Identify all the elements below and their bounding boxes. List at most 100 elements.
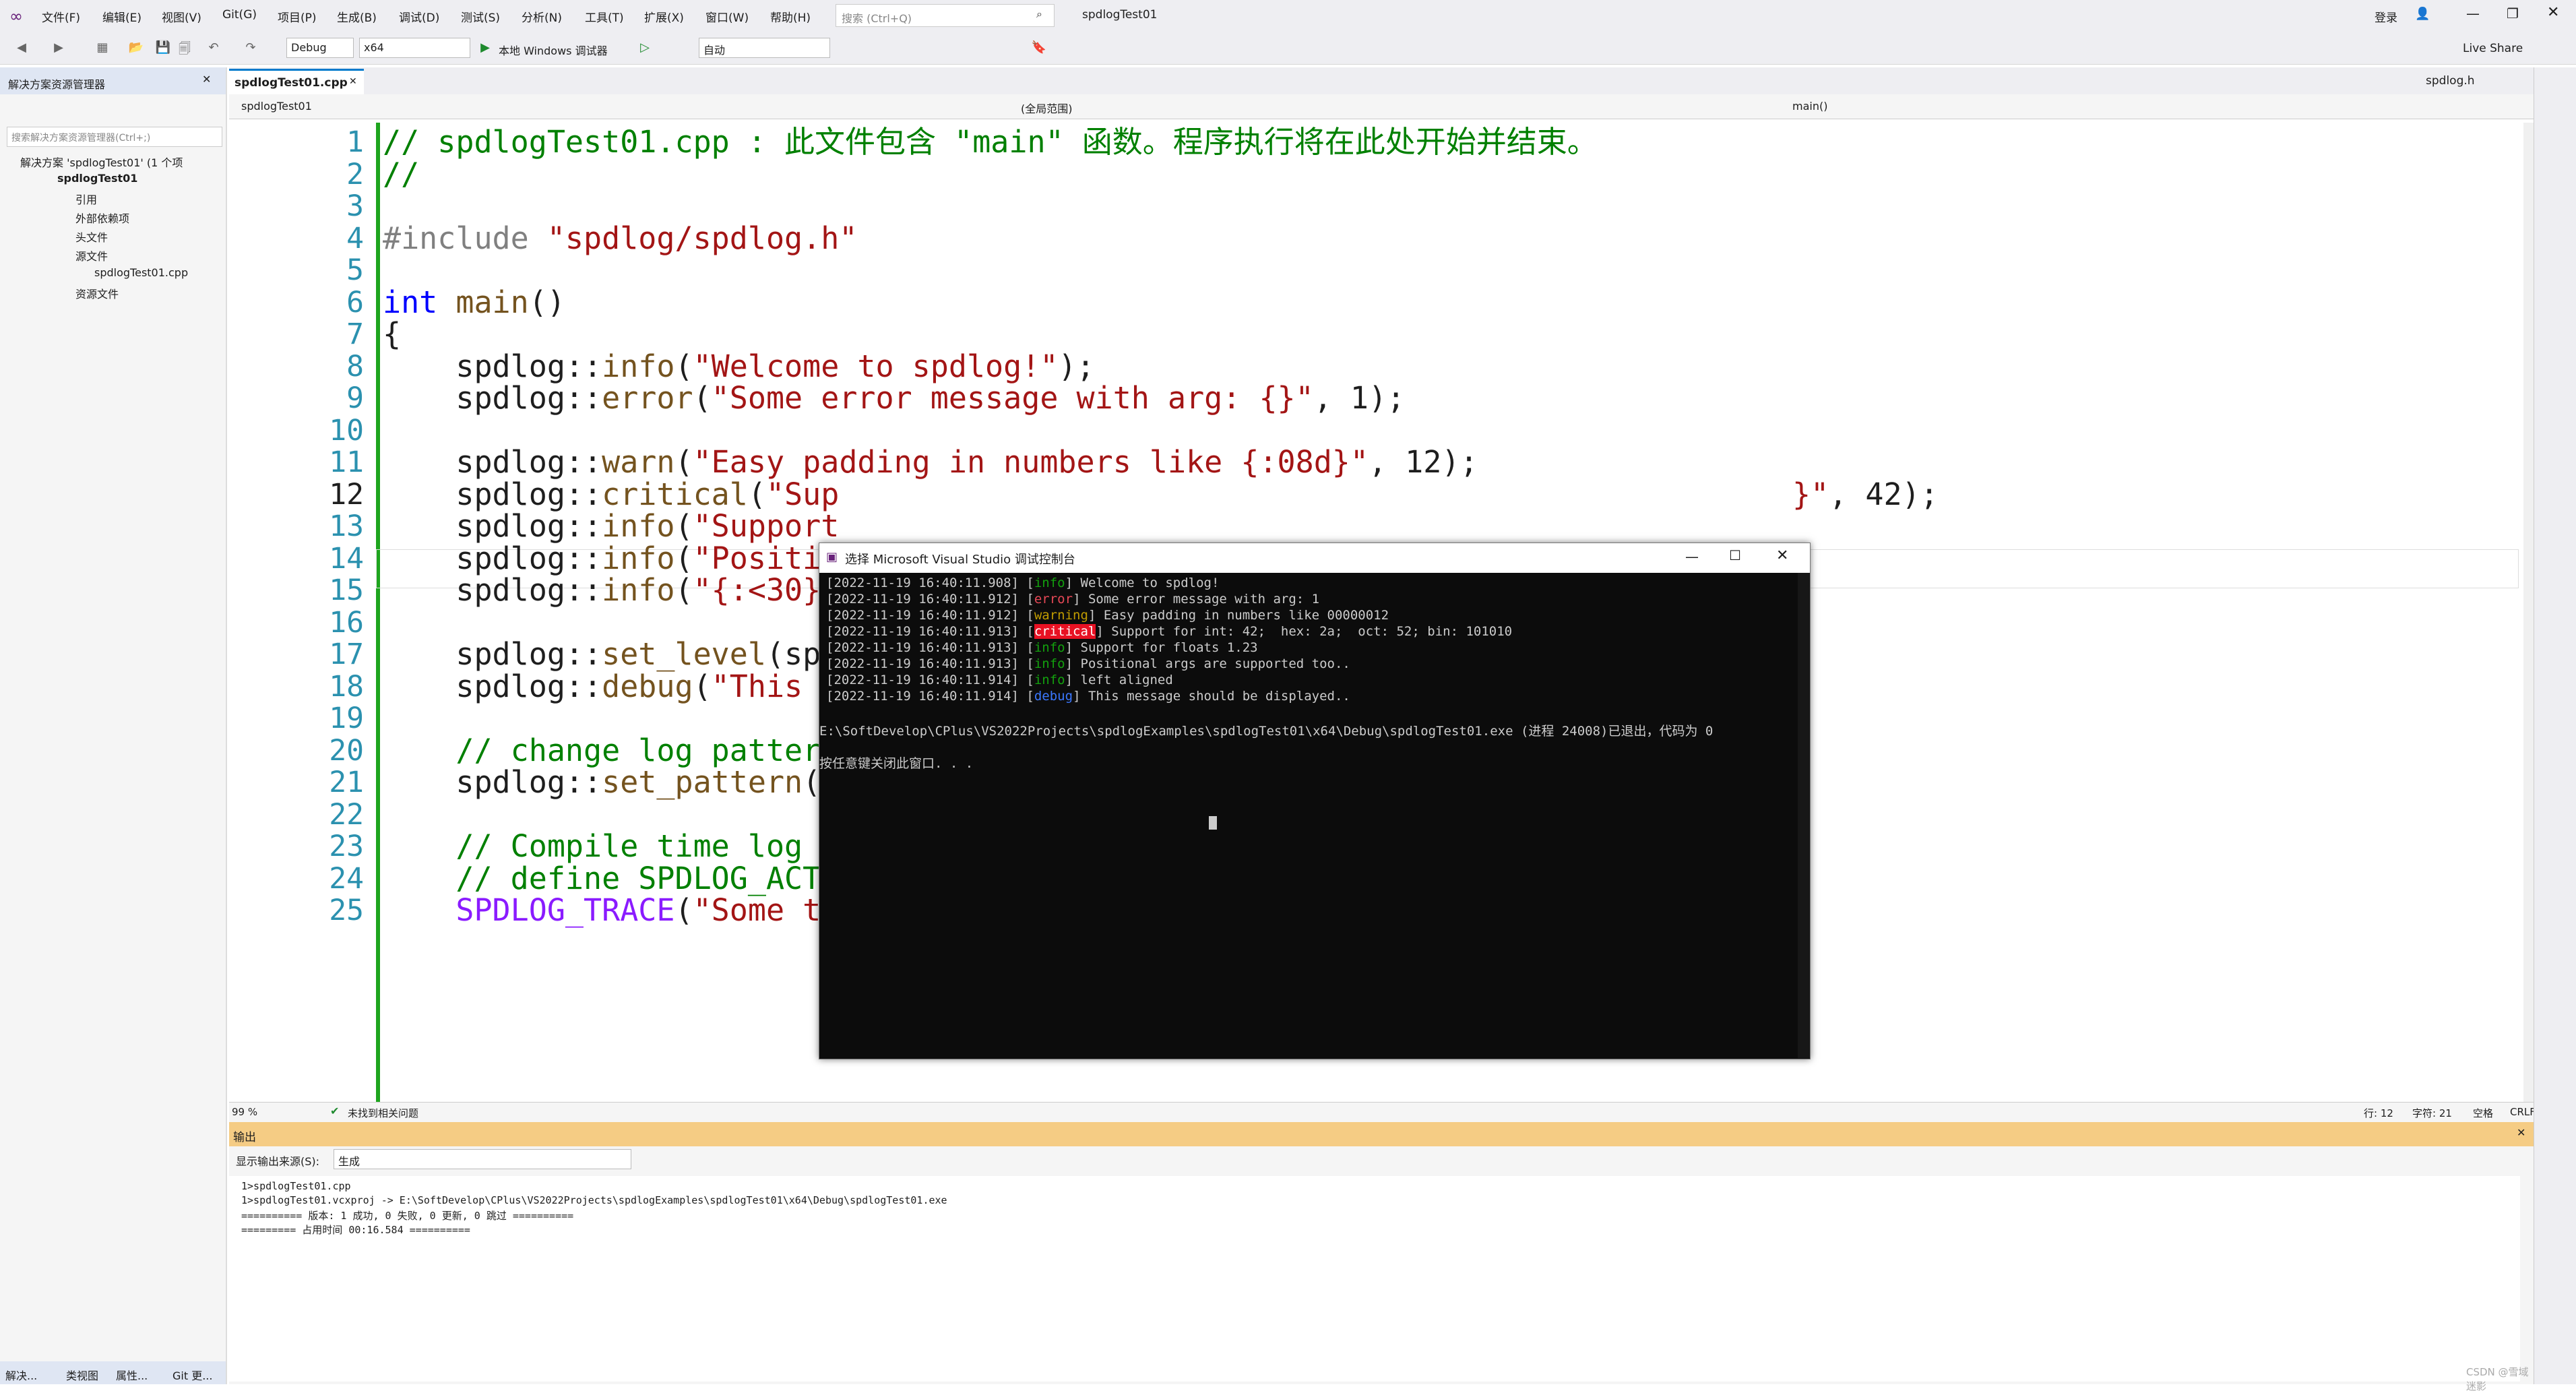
window-title: spdlogTest01: [1082, 8, 1158, 22]
maximize-icon[interactable]: ☐: [1729, 547, 1741, 563]
console-scrollbar[interactable]: [1798, 573, 1810, 1058]
menu-help[interactable]: 帮助(H): [770, 8, 811, 25]
menu-debug[interactable]: 调试(D): [399, 8, 439, 25]
bookmark-icon[interactable]: 🔖: [1031, 40, 1047, 57]
tab-solution[interactable]: 解决...: [5, 1367, 37, 1383]
menu-view[interactable]: 视图(V): [162, 8, 201, 25]
output-line: ========= 占用时间 00:16.584 ==========: [241, 1224, 470, 1236]
console-log-line: [2022-11-19 16:40:11.912] [warning] Easy…: [826, 608, 1389, 623]
tree-item-headers[interactable]: 头文件: [75, 228, 108, 245]
log-level-badge: error: [1034, 592, 1073, 607]
debug-console-window[interactable]: ▣ 选择 Microsoft Visual Studio 调试控制台 — ☐ ✕…: [819, 543, 1811, 1059]
save-all-icon[interactable]: 🗐: [177, 40, 193, 57]
tree-item-references[interactable]: 引用: [75, 191, 97, 207]
config-select[interactable]: Debug: [286, 38, 354, 58]
code-line[interactable]: //: [383, 155, 419, 194]
solution-root[interactable]: 解决方案 'spdlogTest01' (1 个项: [20, 154, 183, 170]
nav-function-select[interactable]: main(): [1792, 100, 1827, 113]
save-icon[interactable]: 💾: [155, 40, 171, 57]
output-source-select[interactable]: 生成: [334, 1149, 631, 1169]
solution-search-input[interactable]: 搜索解决方案资源管理器(Ctrl+;): [7, 127, 222, 147]
line-indicator: 行: 12: [2364, 1107, 2393, 1119]
search-icon: ⌕: [1036, 7, 1042, 20]
nav-project-select[interactable]: spdlogTest01: [241, 100, 312, 113]
close-icon[interactable]: ✕: [1776, 547, 1788, 564]
editor-scrollbar[interactable]: [2523, 123, 2534, 1160]
console-app-icon: ▣: [826, 550, 838, 564]
console-log-line: [2022-11-19 16:40:11.912] [error] Some e…: [826, 592, 1320, 607]
output-header: 输出 ✕: [229, 1122, 2534, 1146]
menu-test[interactable]: 测试(S): [461, 8, 500, 25]
log-level-badge: warning: [1034, 608, 1088, 623]
nav-scope-select[interactable]: (全局范围): [1021, 100, 1073, 116]
start-debug-icon[interactable]: ▶: [477, 40, 493, 57]
console-press-key-line: 按任意键关闭此窗口. . .: [819, 756, 974, 771]
code-line[interactable]: spdlog::error("Some error message with a…: [383, 379, 1405, 418]
close-icon[interactable]: ✕: [2547, 4, 2559, 21]
project-node[interactable]: spdlogTest01: [57, 172, 137, 185]
code-line[interactable]: // spdlogTest01.cpp : 此文件包含 "main" 函数。程序…: [383, 123, 1598, 162]
zoom-level[interactable]: 99 %: [232, 1106, 257, 1118]
issues-status[interactable]: 未找到相关问题: [348, 1106, 418, 1120]
login-link[interactable]: 登录: [2375, 8, 2397, 25]
log-level-badge: debug: [1034, 689, 1073, 704]
editor-tab-spdlog-h[interactable]: spdlog.h: [2426, 74, 2475, 88]
menu-extensions[interactable]: 扩展(X): [644, 8, 684, 25]
console-titlebar[interactable]: ▣ 选择 Microsoft Visual Studio 调试控制台 — ☐ ✕: [819, 543, 1810, 573]
redo-icon[interactable]: ↷: [243, 40, 259, 57]
tree-item-cpp-file[interactable]: spdlogTest01.cpp: [94, 266, 188, 279]
code-line[interactable]: spdlog::info("{:<30}": [383, 571, 839, 610]
tab-class-view[interactable]: 类视图: [66, 1367, 98, 1383]
editor-tab-label: spdlogTest01.cpp: [234, 76, 348, 90]
close-icon[interactable]: ✕: [2517, 1126, 2525, 1139]
code-line[interactable]: #include "spdlog/spdlog.h": [383, 219, 857, 258]
menu-window[interactable]: 窗口(W): [705, 8, 749, 25]
search-input[interactable]: 搜索 (Ctrl+Q) ⌕: [836, 4, 1055, 27]
start-debug-button[interactable]: 本地 Windows 调试器: [499, 42, 608, 58]
tab-git[interactable]: Git 更...: [172, 1367, 212, 1383]
restore-icon[interactable]: ❐: [2507, 5, 2519, 22]
tree-item-sources[interactable]: 源文件: [75, 247, 108, 264]
solution-explorer: 解决方案资源管理器 ✕ 搜索解决方案资源管理器(Ctrl+;) 解决方案 'sp…: [0, 67, 227, 1384]
line-ending-indicator: CRLF: [2510, 1106, 2536, 1118]
log-level-badge: info: [1034, 640, 1065, 655]
close-icon[interactable]: ✕: [202, 73, 211, 86]
menu-project[interactable]: 项目(P): [278, 8, 317, 25]
char-indicator: 字符: 21: [2412, 1107, 2452, 1119]
minimize-icon[interactable]: —: [1685, 549, 1699, 565]
code-line[interactable]: spdlog::debug("This me: [383, 667, 857, 706]
output-text[interactable]: 1>spdlogTest01.cpp 1>spdlogTest01.vcxpro…: [229, 1176, 2520, 1382]
live-share-button[interactable]: Live Share: [2463, 42, 2523, 55]
forward-icon[interactable]: ▶: [51, 40, 67, 57]
menu-analyze[interactable]: 分析(N): [522, 8, 562, 25]
menu-edit[interactable]: 编辑(E): [102, 8, 142, 25]
output-line: 1>spdlogTest01.vcxproj -> E:\SoftDevelop…: [241, 1194, 947, 1206]
toolbar: ◀ ▶ ▦ 📂 💾 🗐 ↶ ↷ Debug x64 ▶ 本地 Windows 调…: [0, 34, 2576, 65]
new-project-icon[interactable]: ▦: [94, 40, 111, 57]
minimize-icon[interactable]: —: [2466, 5, 2480, 22]
log-level-badge: info: [1034, 673, 1065, 687]
search-placeholder: 搜索 (Ctrl+Q): [842, 12, 912, 25]
open-icon[interactable]: 📂: [128, 40, 144, 57]
close-icon[interactable]: ✕: [349, 76, 357, 87]
solution-bottom-tabs: 解决... 类视图 属性... Git 更...: [0, 1361, 226, 1384]
menu-file[interactable]: 文件(F): [42, 8, 80, 25]
back-icon[interactable]: ◀: [13, 40, 30, 57]
line-number: 25: [329, 894, 364, 927]
editor-tab-active[interactable]: spdlogTest01.cpp ✕: [229, 69, 364, 95]
tree-item-resources[interactable]: 资源文件: [75, 285, 119, 301]
undo-icon[interactable]: ↶: [206, 40, 222, 57]
console-output[interactable]: [2022-11-19 16:40:11.908] [info] Welcome…: [819, 573, 1796, 1058]
menu-tools[interactable]: 工具(T): [585, 8, 624, 25]
code-line[interactable]: spdlog::set_pattern(": [383, 763, 839, 802]
console-log-line: [2022-11-19 16:40:11.908] [info] Welcome…: [826, 576, 1220, 590]
auto-select[interactable]: 自动: [699, 38, 830, 58]
account-icon[interactable]: 👤: [2415, 7, 2430, 21]
tree-item-external-deps[interactable]: 外部依赖项: [75, 210, 129, 226]
tab-properties[interactable]: 属性...: [116, 1367, 148, 1383]
start-without-debug-icon[interactable]: ▷: [637, 40, 653, 57]
menu-build[interactable]: 生成(B): [337, 8, 377, 25]
platform-select[interactable]: x64: [359, 38, 470, 58]
menu-git[interactable]: Git(G): [222, 8, 257, 22]
code-line[interactable]: int main(): [383, 283, 565, 322]
